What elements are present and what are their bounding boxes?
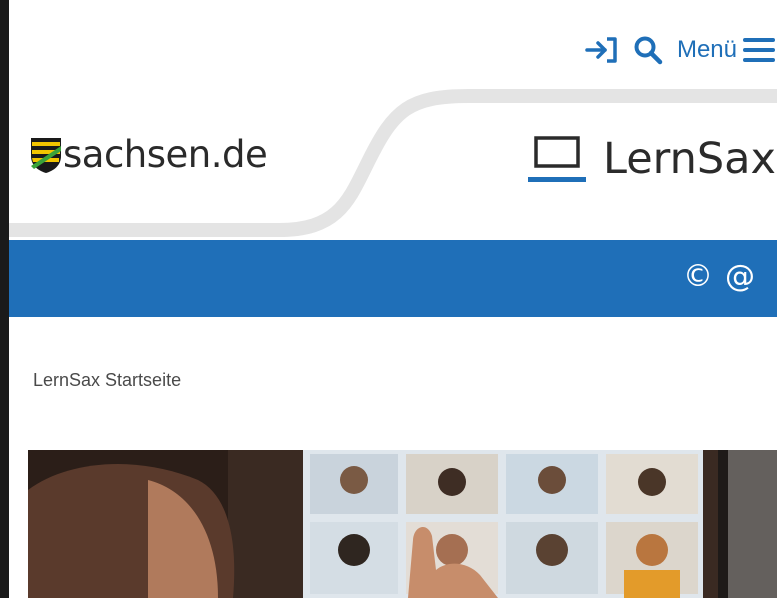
sachsen-logo-link[interactable]: sachsen.de [29, 133, 268, 176]
at-sign-icon[interactable]: @ [725, 262, 755, 292]
menu-label: Menü [676, 36, 737, 63]
lernsax-brand[interactable]: LernSax [525, 132, 776, 186]
copyright-icon[interactable]: © [683, 262, 713, 292]
breadcrumb: LernSax Startseite [33, 370, 182, 390]
site-logo-text: sachsen.de [63, 133, 268, 176]
hero-video-conference-illustration [28, 450, 777, 598]
service-bar: © @ [9, 240, 777, 317]
hero-image [28, 450, 777, 598]
menu-button[interactable]: Menü [677, 35, 777, 65]
login-icon [585, 37, 617, 63]
brand-name: LernSax [603, 134, 776, 184]
search-icon [634, 36, 663, 65]
header-toolbar: Menü [585, 30, 777, 70]
laptop-icon [528, 136, 586, 182]
login-button[interactable] [585, 35, 619, 65]
search-button[interactable] [633, 35, 663, 65]
hamburger-menu-icon [743, 38, 775, 62]
saxony-coat-of-arms-icon [31, 137, 61, 173]
left-window-edge [0, 0, 9, 598]
page: Menü sachsen.de LernSax © @ LernSax Star… [9, 0, 777, 598]
